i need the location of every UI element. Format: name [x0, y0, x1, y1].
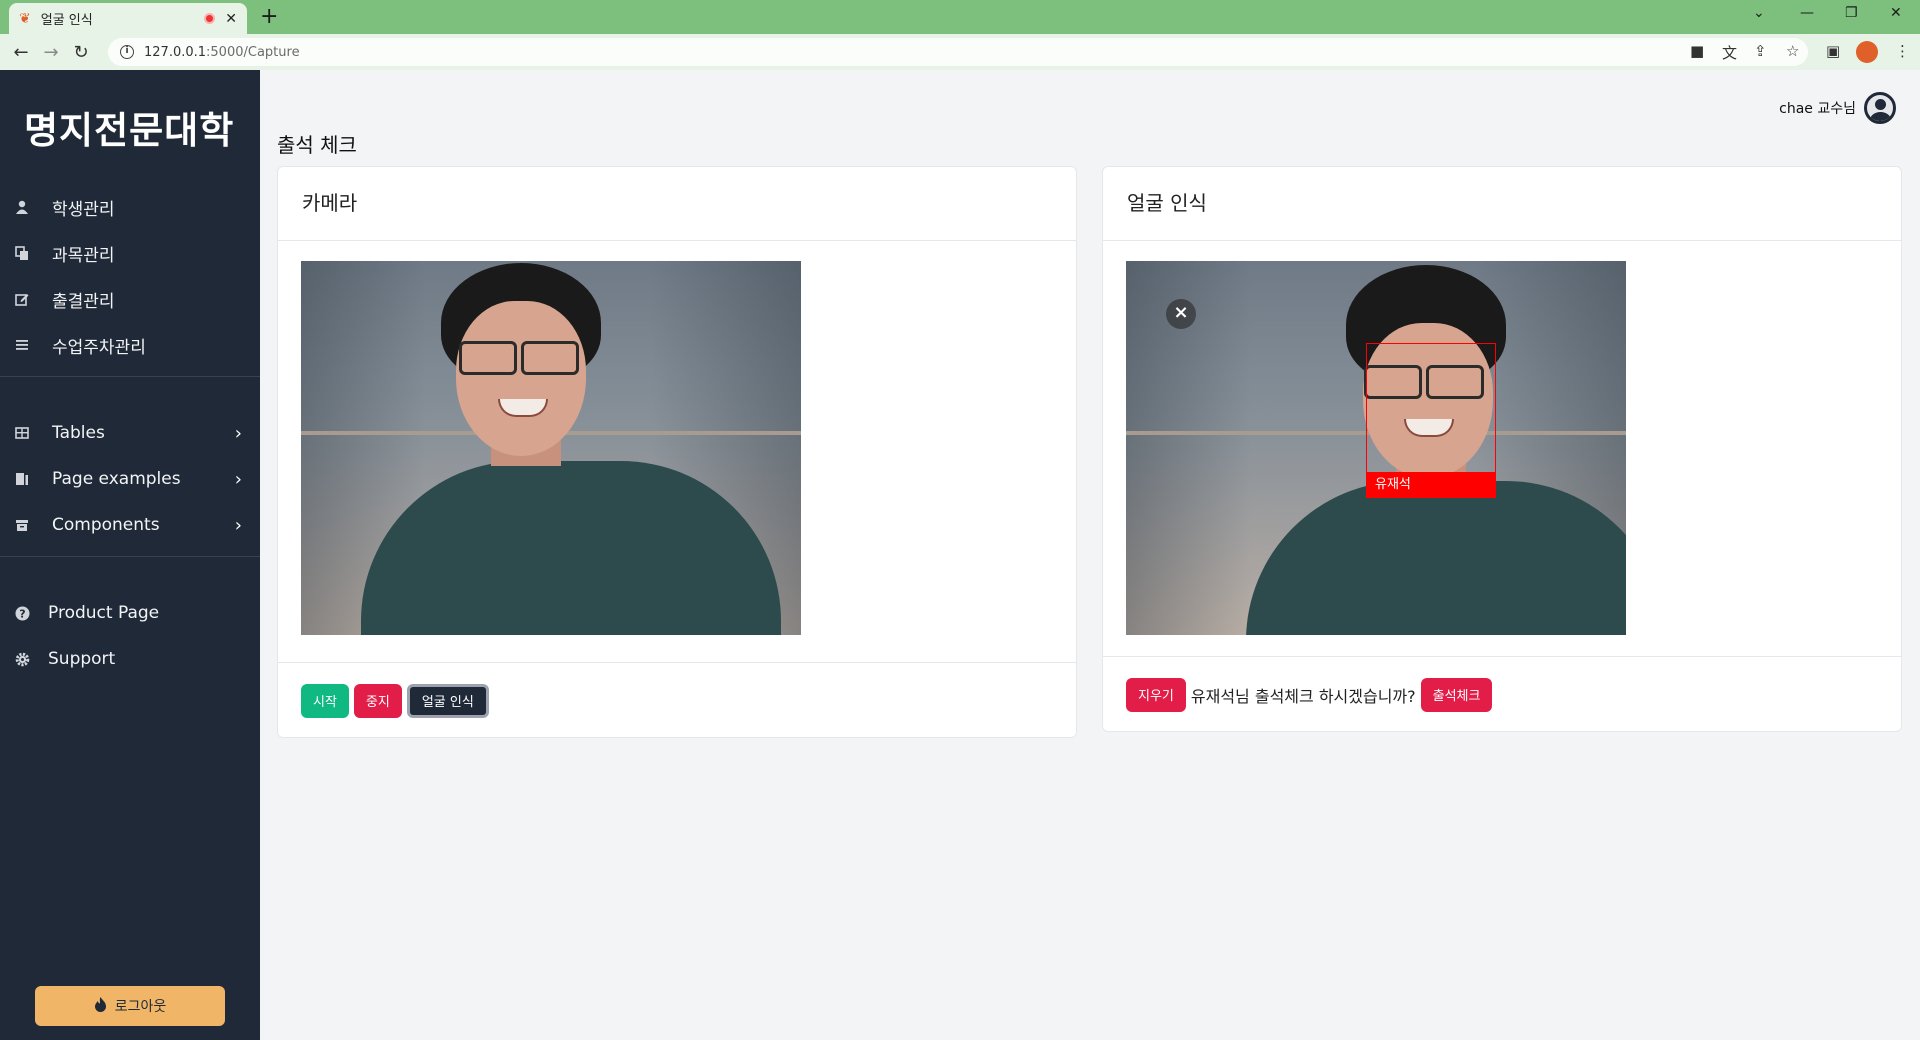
- translate-icon[interactable]: 文: [1722, 42, 1737, 63]
- menu-kebab-icon[interactable]: ⋮: [1895, 42, 1910, 60]
- tab-title: 얼굴 인식: [40, 13, 93, 28]
- sidebar-item-product-page[interactable]: ? Product Page: [0, 593, 260, 633]
- sidebar-item-support[interactable]: Support: [0, 639, 260, 679]
- close-icon: ×: [1166, 299, 1196, 329]
- side-panel-icon[interactable]: ▣: [1826, 42, 1840, 60]
- sidebar-item-attendance[interactable]: 출결관리: [0, 279, 260, 319]
- camera-card: 카메라 시작 중지 얼굴 인식: [277, 166, 1077, 738]
- tab-search-icon[interactable]: ⌄: [1753, 5, 1765, 21]
- chevron-right-icon: ›: [234, 468, 242, 490]
- share-icon[interactable]: ⇪: [1754, 42, 1767, 60]
- gear-icon: [14, 651, 30, 667]
- face-detection-box: [1366, 343, 1496, 473]
- sidebar-item-label: Support: [48, 649, 116, 669]
- sidebar-item-label: 과목관리: [52, 245, 115, 266]
- stop-button[interactable]: 중지: [353, 683, 402, 718]
- bookmark-star-icon[interactable]: ☆: [1786, 42, 1799, 60]
- browser-tab[interactable]: ❦ 얼굴 인식 ✕: [9, 3, 247, 34]
- sidebar-item-subjects[interactable]: 과목관리: [0, 233, 260, 273]
- window-close-icon[interactable]: ✕: [1890, 5, 1902, 21]
- minimize-icon[interactable]: —: [1800, 5, 1814, 21]
- sidebar-item-label: Product Page: [48, 603, 160, 623]
- fire-icon: [94, 996, 107, 1016]
- flask-favicon-icon: ❦: [19, 10, 31, 27]
- sidebar-item-label: 출결관리: [52, 291, 115, 312]
- browser-toolbar: ← → ↻ i 127.0.0.1:5000/Capture: [0, 34, 1920, 70]
- attendance-confirm-text: 유재석님 출석체크 하시겠습니까?: [1190, 686, 1416, 706]
- brand-title[interactable]: 명지전문대학: [24, 100, 234, 154]
- url-host: 127.0.0.1: [144, 44, 207, 60]
- sidebar-item-label: Components: [52, 515, 160, 535]
- browser-tabbar: ❦ 얼굴 인식 ✕ + ⌄ — ❐ ✕: [0, 0, 1920, 34]
- recording-indicator-icon: [204, 13, 216, 24]
- chevron-right-icon: ›: [234, 422, 242, 444]
- list-icon: [14, 337, 30, 353]
- pages-icon: [14, 471, 30, 487]
- copy-icon: [14, 245, 30, 261]
- start-button[interactable]: 시작: [301, 683, 349, 718]
- user-menu[interactable]: chae 교수님: [1779, 92, 1896, 124]
- face-recognition-button[interactable]: 얼굴 인식: [406, 683, 489, 718]
- svg-text:?: ?: [19, 607, 25, 620]
- recognition-card-title: 얼굴 인식: [1103, 167, 1901, 241]
- logout-button[interactable]: 로그아웃: [35, 986, 225, 1026]
- sidebar-item-tables[interactable]: Tables ›: [0, 413, 260, 453]
- sidebar-item-label: Page examples: [52, 469, 181, 489]
- sidebar-item-label: 학생관리: [52, 199, 115, 220]
- recognition-card-footer: 지우기 유재석님 출석체크 하시겠습니까? 출석체크: [1103, 656, 1901, 732]
- sidebar-item-weeks[interactable]: 수업주차관리: [0, 325, 260, 365]
- captured-image: × 유재석: [1126, 261, 1626, 635]
- profile-avatar-icon[interactable]: [1856, 41, 1878, 63]
- reload-icon[interactable]: ↻: [66, 42, 96, 63]
- tab-close-icon[interactable]: ✕: [225, 11, 237, 27]
- camera-feed-image: [301, 261, 801, 635]
- sidebar-item-page-examples[interactable]: Page examples ›: [0, 459, 260, 499]
- table-icon: [14, 425, 30, 441]
- sidebar-divider: [0, 556, 260, 557]
- new-tab-button[interactable]: +: [260, 4, 278, 29]
- clear-button[interactable]: 지우기: [1126, 677, 1186, 712]
- sidebar-item-students[interactable]: 학생관리: [0, 187, 260, 227]
- archive-icon: [14, 517, 30, 533]
- sidebar-item-label: Tables: [52, 423, 105, 443]
- edit-icon: [14, 291, 30, 307]
- logout-label: 로그아웃: [114, 999, 167, 1015]
- site-info-icon[interactable]: i: [120, 45, 134, 59]
- forward-icon[interactable]: →: [36, 42, 66, 63]
- restore-icon[interactable]: ❐: [1845, 5, 1858, 21]
- user-avatar-icon: [1864, 92, 1896, 124]
- user-name: chae 교수님: [1779, 101, 1856, 117]
- url-path: :5000/Capture: [206, 44, 300, 60]
- address-bar[interactable]: i 127.0.0.1:5000/Capture: [108, 38, 1808, 66]
- detected-name-label: 유재석: [1366, 472, 1496, 498]
- camera-card-title: 카메라: [278, 167, 1076, 241]
- page-title: 출석 체크: [277, 133, 357, 157]
- camera-card-footer: 시작 중지 얼굴 인식: [278, 662, 1076, 738]
- attendance-check-button[interactable]: 출석체크: [1420, 677, 1493, 712]
- sidebar-item-label: 수업주차관리: [52, 337, 146, 358]
- camera-permission-icon[interactable]: ■: [1690, 42, 1704, 60]
- sidebar-item-components[interactable]: Components ›: [0, 505, 260, 545]
- user-icon: [14, 199, 30, 215]
- recognition-card: 얼굴 인식 × 유재석 지우기 유재석님 출석체크 하시겠습니까? 출석체크: [1102, 166, 1902, 732]
- sidebar: 명지전문대학 학생관리 과목관리 출결관리 수업주차관리 Tables › Pa…: [0, 70, 260, 1040]
- question-icon: ?: [14, 605, 30, 621]
- chevron-right-icon: ›: [234, 514, 242, 536]
- back-icon[interactable]: ←: [6, 42, 36, 63]
- sidebar-divider: [0, 376, 260, 377]
